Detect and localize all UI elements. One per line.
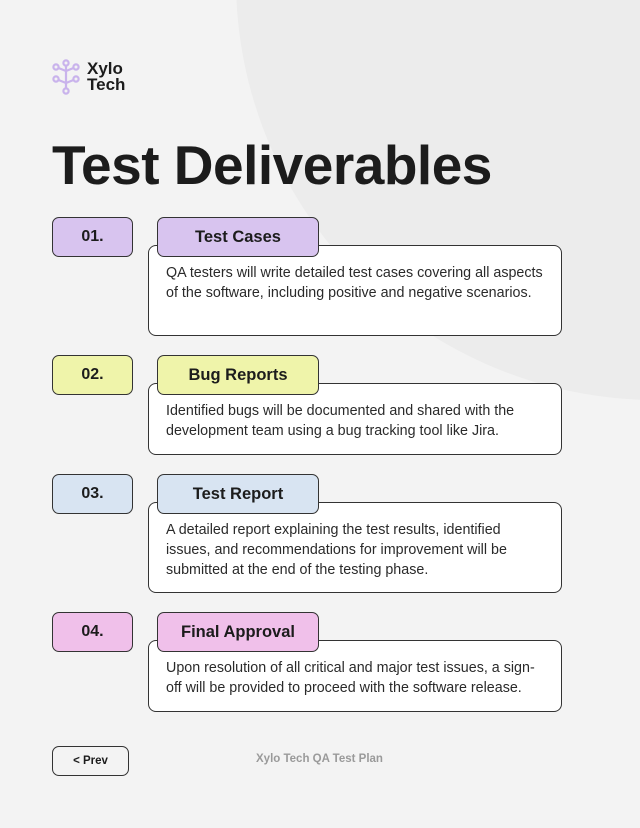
prev-button[interactable]: < Prev [52, 746, 129, 776]
page-title: Test Deliverables [52, 134, 492, 196]
document-name: Xylo Tech QA Test Plan [256, 753, 383, 765]
deliverable-title: Test Report [157, 474, 319, 514]
deliverable-number: 02. [52, 355, 133, 395]
network-tree-icon [52, 59, 80, 95]
deliverable-title: Final Approval [157, 612, 319, 652]
brand-name-line2: Tech [87, 75, 126, 94]
deliverable-number: 01. [52, 217, 133, 257]
deliverable-title: Bug Reports [157, 355, 319, 395]
deliverable-number: 04. [52, 612, 133, 652]
deliverable-title: Test Cases [157, 217, 319, 257]
brand-name: Xylo Tech [87, 60, 126, 94]
deliverable-number: 03. [52, 474, 133, 514]
deliverable-description: QA testers will write detailed test case… [148, 245, 562, 336]
brand-logo: Xylo Tech [51, 59, 125, 95]
background-circle [236, 0, 640, 400]
deliverable-description: A detailed report explaining the test re… [148, 502, 562, 593]
